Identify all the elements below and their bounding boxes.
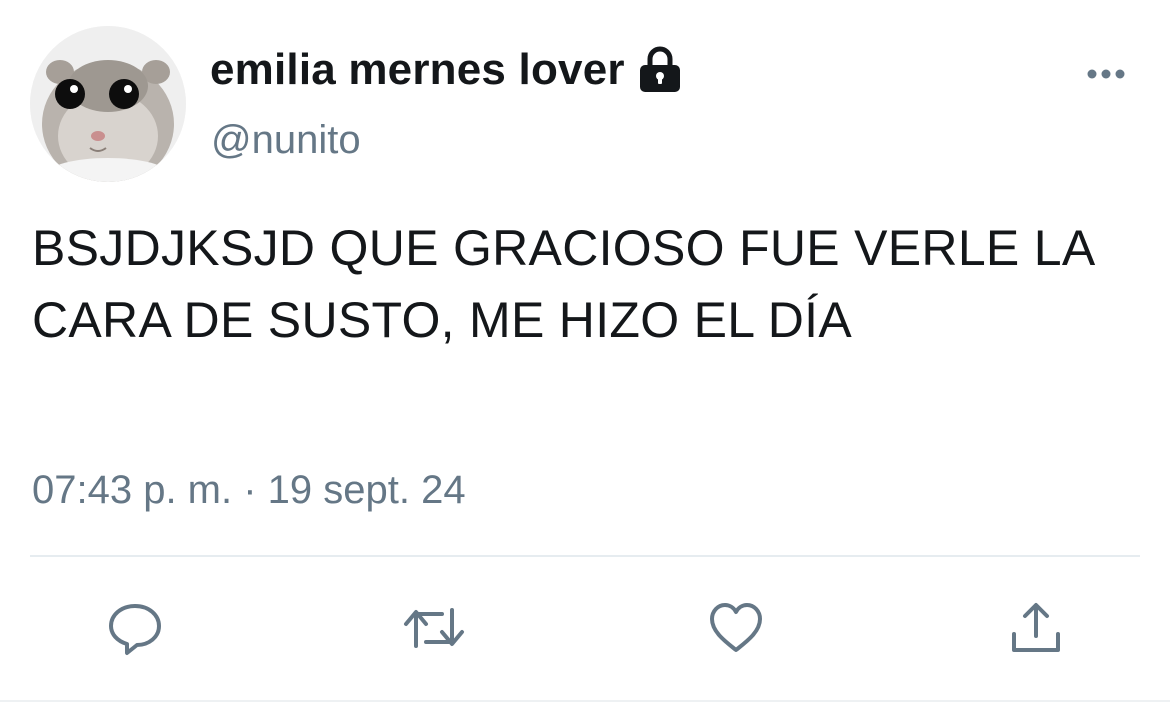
- share-button[interactable]: [1004, 596, 1068, 660]
- hamster-avatar-icon: [30, 26, 186, 182]
- reply-button[interactable]: [103, 596, 167, 660]
- reply-icon: [109, 604, 161, 655]
- display-name-row[interactable]: emilia mernes lover: [210, 40, 683, 100]
- user-handle[interactable]: @nunito: [211, 118, 361, 163]
- avatar[interactable]: [30, 26, 186, 182]
- like-icon: [710, 603, 762, 652]
- retweet-button[interactable]: [402, 596, 466, 660]
- lock-icon: [637, 45, 683, 95]
- display-name[interactable]: emilia mernes lover: [210, 45, 625, 95]
- bottom-divider: [0, 700, 1170, 702]
- divider: [30, 555, 1140, 557]
- tweet-text: BSJDJKSJD QUE GRACIOSO FUE VERLE LA CARA…: [32, 220, 1093, 348]
- like-button[interactable]: [704, 596, 768, 660]
- share-icon: [1012, 603, 1060, 652]
- retweet-icon: [404, 608, 464, 648]
- tweet-timestamp[interactable]: 07:43 p. m. · 19 sept. 24: [32, 468, 466, 513]
- more-options-icon[interactable]: [1084, 62, 1128, 86]
- tweet-card: emilia mernes lover @nunito BSJDJKSJD QU…: [0, 0, 1170, 720]
